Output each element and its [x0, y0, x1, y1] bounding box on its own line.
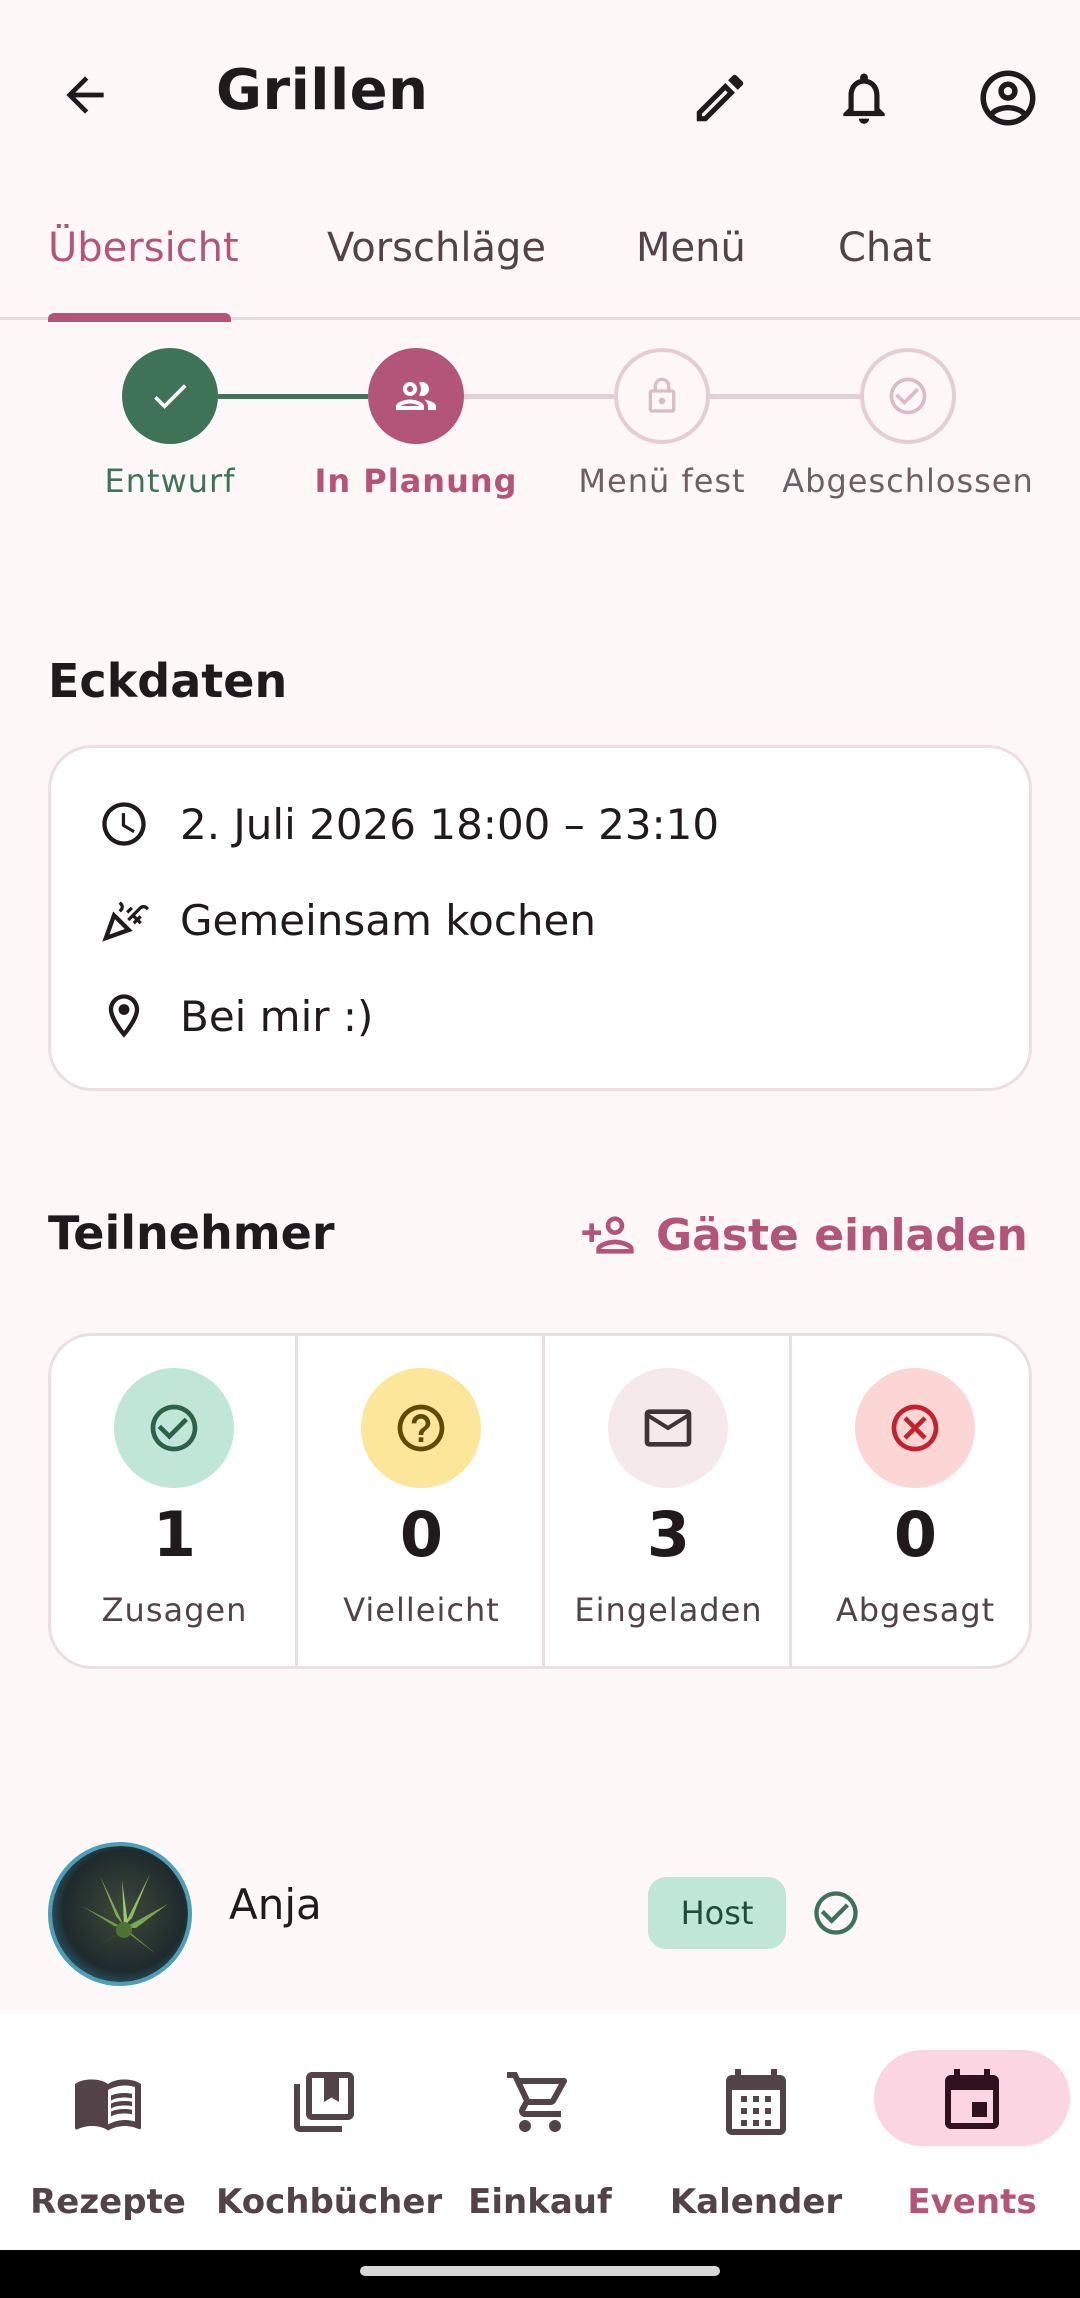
lock-icon — [648, 377, 676, 413]
step-abgeschlossen — [860, 348, 956, 444]
pencil-icon — [696, 74, 744, 122]
stat-abgesagt-count: 0 — [893, 1498, 938, 1571]
check-circle-icon — [889, 377, 927, 415]
nav-kalender[interactable]: Kalender — [648, 2010, 864, 2250]
stat-eingeladen-count: 3 — [646, 1498, 691, 1571]
step-entwurf — [122, 348, 218, 444]
stat-zusagen-badge — [114, 1368, 234, 1488]
avatar — [48, 1842, 192, 1986]
step-menue-fest — [614, 348, 710, 444]
nav-events[interactable]: Events — [864, 2010, 1080, 2250]
event-icon — [945, 2069, 999, 2129]
nav-kalender-label: Kalender — [669, 2182, 843, 2222]
step-label-abgeschlossen: Abgeschlossen — [782, 462, 1034, 500]
tab-chat[interactable]: Chat — [838, 225, 931, 271]
location-row: Bei mir :) — [96, 988, 373, 1044]
arrow-back-icon — [66, 76, 104, 114]
stat-eingeladen-badge — [608, 1368, 728, 1488]
nav-kochbuecher-label: Kochbücher — [216, 2182, 443, 2222]
step-in-planung — [368, 348, 464, 444]
participant-name: Anja — [229, 1880, 322, 1929]
avatar-photo — [52, 1846, 188, 1982]
edit-button[interactable] — [680, 58, 760, 138]
account-button[interactable] — [968, 58, 1048, 138]
celebration-icon — [102, 901, 150, 942]
datetime-row: 2. Juli 2026 18:00 – 23:10 — [96, 796, 719, 852]
calendar-icon — [726, 2069, 786, 2135]
rsvp-stats-card: 1 Zusagen 0 Vielleicht 3 Eingeladen 0 Ab… — [48, 1333, 1032, 1669]
nav-events-label: Events — [907, 2182, 1037, 2222]
cancel-circle-icon — [891, 1404, 939, 1452]
invite-guests-button[interactable]: Gäste einladen — [580, 1200, 1028, 1270]
step-connector — [464, 394, 614, 399]
location-pin-icon — [108, 994, 140, 1038]
step-connector — [710, 394, 860, 399]
tab-uebersicht[interactable]: Übersicht — [48, 225, 239, 271]
stat-eingeladen[interactable]: 3 Eingeladen — [545, 1336, 792, 1666]
check-circle-icon — [814, 1891, 858, 1935]
invite-guests-label: Gäste einladen — [656, 1209, 1028, 1261]
stat-abgesagt-badge — [855, 1368, 975, 1488]
nav-rezepte-label: Rezepte — [30, 2182, 186, 2222]
nav-rezepte[interactable]: Rezepte — [0, 2010, 216, 2250]
stat-vielleicht-badge — [361, 1368, 481, 1488]
mail-icon — [644, 1409, 692, 1447]
top-app-bar: Grillen — [0, 0, 1080, 185]
back-button[interactable] — [50, 60, 120, 130]
host-badge: Host — [648, 1877, 786, 1949]
clock-icon — [102, 802, 146, 846]
account-circle-icon — [980, 70, 1036, 126]
bottom-navigation: Rezepte Kochbücher Einkauf Kalender Even… — [0, 2010, 1080, 2250]
eckdaten-title: Eckdaten — [48, 654, 288, 708]
eckdaten-card: 2. Juli 2026 18:00 – 23:10 Gemeinsam koc… — [48, 745, 1032, 1091]
step-label-menue-fest: Menü fest — [578, 462, 746, 500]
status-stepper: Entwurf In Planung Menü fest Abgeschloss… — [0, 340, 1080, 520]
teilnehmer-title: Teilnehmer — [48, 1206, 335, 1260]
stat-zusagen-label: Zusagen — [101, 1591, 248, 1629]
group-icon — [396, 382, 436, 410]
system-navigation-bar — [0, 2250, 1080, 2298]
tab-indicator — [48, 313, 231, 322]
bell-icon — [843, 73, 885, 124]
page-title: Grillen — [216, 58, 429, 123]
tab-bar: Übersicht Vorschläge Menü Chat — [0, 185, 1080, 320]
event-datetime: 2. Juli 2026 18:00 – 23:10 — [180, 799, 720, 849]
nav-kochbuecher[interactable]: Kochbücher — [216, 2010, 443, 2250]
nav-einkauf-label: Einkauf — [468, 2182, 612, 2222]
participant-row[interactable]: Anja Host — [0, 1830, 1080, 2000]
event-type: Gemeinsam kochen — [180, 895, 597, 945]
gesture-handle[interactable] — [360, 2266, 720, 2276]
stat-zusagen[interactable]: 1 Zusagen — [51, 1336, 298, 1666]
person-add-icon — [582, 1216, 634, 1254]
nav-einkauf[interactable]: Einkauf — [432, 2010, 648, 2250]
book-icon — [75, 2079, 141, 2131]
step-connector — [218, 394, 368, 399]
stat-abgesagt[interactable]: 0 Abgesagt — [792, 1336, 1029, 1666]
step-label-in-planung: In Planung — [314, 462, 518, 500]
cart-icon — [507, 2072, 568, 2132]
tab-vorschlaege[interactable]: Vorschläge — [327, 225, 546, 271]
help-circle-icon — [397, 1404, 445, 1452]
stat-vielleicht-count: 0 — [399, 1498, 444, 1571]
stat-vielleicht[interactable]: 0 Vielleicht — [298, 1336, 545, 1666]
stat-abgesagt-label: Abgesagt — [835, 1591, 996, 1629]
stat-vielleicht-label: Vielleicht — [343, 1591, 500, 1629]
check-icon — [154, 384, 187, 409]
event-location: Bei mir :) — [180, 991, 374, 1041]
stat-eingeladen-label: Eingeladen — [574, 1591, 763, 1629]
check-circle-icon — [150, 1404, 198, 1452]
type-row: Gemeinsam kochen — [96, 892, 596, 948]
library-icon — [294, 2072, 354, 2132]
tab-menue[interactable]: Menü — [636, 225, 746, 271]
stat-zusagen-count: 1 — [152, 1498, 197, 1571]
notifications-button[interactable] — [824, 58, 904, 138]
step-label-entwurf: Entwurf — [104, 462, 236, 500]
